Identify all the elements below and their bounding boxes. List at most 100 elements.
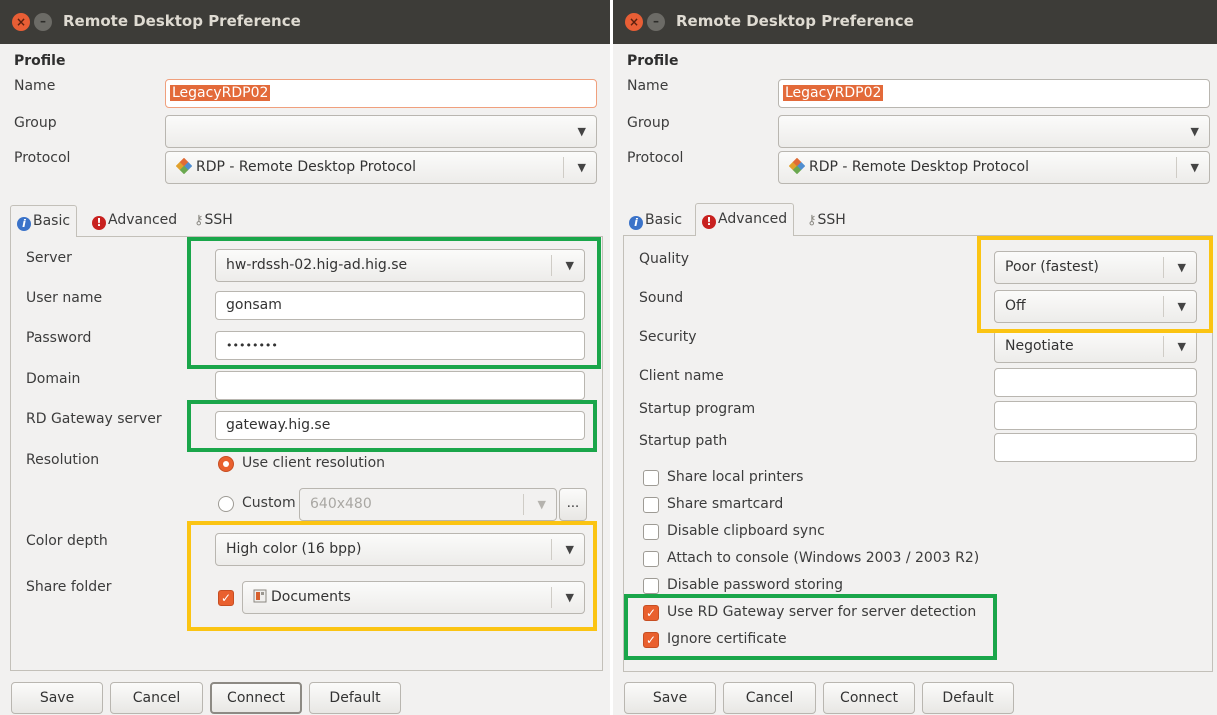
share-folder-combo[interactable]: Documents ▼ xyxy=(242,581,585,614)
close-icon[interactable]: × xyxy=(12,13,30,31)
default-button[interactable]: Default xyxy=(922,682,1014,714)
chevron-down-icon: ▼ xyxy=(537,498,546,511)
username-label: User name xyxy=(26,290,103,306)
color-depth-value: High color (16 bpp) xyxy=(226,541,362,557)
username-field[interactable]: gonsam xyxy=(215,291,585,320)
color-depth-label: Color depth xyxy=(26,533,108,549)
share-local-printers-label: Share local printers xyxy=(667,469,804,485)
name-label: Name xyxy=(14,78,56,94)
protocol-label: Protocol xyxy=(14,150,71,166)
startup-program-field[interactable] xyxy=(994,401,1197,430)
tab-ssh[interactable]: ⚷SSH xyxy=(188,205,239,237)
chevron-down-icon: ▼ xyxy=(565,591,574,604)
sound-combo[interactable]: Off ▼ xyxy=(994,290,1197,323)
ignore-certificate-label: Ignore certificate xyxy=(667,631,787,647)
quality-combo[interactable]: Poor (fastest) ▼ xyxy=(994,251,1197,284)
ignore-certificate-checkbox[interactable]: ✓ xyxy=(643,632,659,648)
disable-password-storing-label: Disable password storing xyxy=(667,577,844,593)
tab-basic[interactable]: i Basic xyxy=(623,205,688,237)
minimize-icon[interactable]: – xyxy=(34,13,52,31)
sound-label: Sound xyxy=(639,290,684,306)
password-label: Password xyxy=(26,330,92,346)
attach-to-console-label: Attach to console (Windows 2003 / 2003 R… xyxy=(667,550,980,566)
share-smartcard-checkbox[interactable] xyxy=(643,497,659,513)
tab-advanced[interactable]: ! Advanced xyxy=(86,205,183,237)
use-rd-gateway-label: Use RD Gateway server for server detecti… xyxy=(667,604,977,620)
gateway-field[interactable]: gateway.hig.se xyxy=(215,411,585,440)
connect-button[interactable]: Connect xyxy=(210,682,302,714)
profile-heading: Profile xyxy=(627,53,679,69)
tab-ssh[interactable]: ⚷SSH xyxy=(801,205,852,237)
quality-value: Poor (fastest) xyxy=(1005,259,1099,275)
protocol-combo[interactable]: RDP - Remote Desktop Protocol ▼ xyxy=(165,151,597,184)
title-bar: × – Remote Desktop Preference xyxy=(613,0,1217,44)
chevron-down-icon: ▼ xyxy=(565,259,574,272)
custom-resolution-label: Custom xyxy=(242,495,296,511)
gateway-label: RD Gateway server xyxy=(26,411,162,427)
security-value: Negotiate xyxy=(1005,338,1074,354)
client-name-field[interactable] xyxy=(994,368,1197,397)
preference-window-basic: × – Remote Desktop Preference Profile Na… xyxy=(0,0,610,715)
name-field[interactable]: LegacyRDP02 xyxy=(165,79,597,108)
disable-password-storing-checkbox[interactable] xyxy=(643,578,659,594)
close-icon[interactable]: × xyxy=(625,13,643,31)
cancel-button[interactable]: Cancel xyxy=(110,682,203,714)
server-combo[interactable]: hw-rdssh-02.hig-ad.hig.se ▼ xyxy=(215,249,585,282)
chevron-down-icon: ▼ xyxy=(577,125,586,138)
default-button[interactable]: Default xyxy=(309,682,401,714)
custom-resolution-value: 640x480 xyxy=(310,496,372,512)
title-bar: × – Remote Desktop Preference xyxy=(0,0,610,44)
key-icon: ⚷ xyxy=(194,213,204,228)
group-combo[interactable]: ▼ xyxy=(165,115,597,148)
chevron-down-icon: ▼ xyxy=(1177,340,1186,353)
error-icon: ! xyxy=(92,216,106,230)
domain-field[interactable] xyxy=(215,371,585,400)
cancel-button[interactable]: Cancel xyxy=(723,682,816,714)
share-local-printers-checkbox[interactable] xyxy=(643,470,659,486)
disable-clipboard-sync-checkbox[interactable] xyxy=(643,524,659,540)
share-folder-checkbox[interactable]: ✓ xyxy=(218,590,234,606)
use-rd-gateway-checkbox[interactable]: ✓ xyxy=(643,605,659,621)
security-label: Security xyxy=(639,329,697,345)
server-label: Server xyxy=(26,250,72,266)
preference-window-advanced: × – Remote Desktop Preference Profile Na… xyxy=(613,0,1217,715)
group-combo[interactable]: ▼ xyxy=(778,115,1210,148)
save-button[interactable]: Save xyxy=(11,682,103,714)
sound-value: Off xyxy=(1005,298,1026,314)
use-client-resolution-label: Use client resolution xyxy=(242,455,386,471)
name-label: Name xyxy=(627,78,669,94)
save-button[interactable]: Save xyxy=(624,682,716,714)
attach-to-console-checkbox[interactable] xyxy=(643,551,659,567)
folder-icon xyxy=(253,589,267,603)
password-field[interactable]: •••••••• xyxy=(215,331,585,360)
protocol-combo[interactable]: RDP - Remote Desktop Protocol ▼ xyxy=(778,151,1210,184)
startup-path-field[interactable] xyxy=(994,433,1197,462)
group-label: Group xyxy=(14,115,57,131)
connect-button[interactable]: Connect xyxy=(823,682,915,714)
color-depth-combo[interactable]: High color (16 bpp) ▼ xyxy=(215,533,585,566)
minimize-icon[interactable]: – xyxy=(647,13,665,31)
tab-basic[interactable]: i Basic xyxy=(10,205,78,237)
name-value: LegacyRDP02 xyxy=(783,85,884,101)
quality-label: Quality xyxy=(639,251,690,267)
custom-resolution-radio[interactable] xyxy=(218,496,234,512)
startup-path-label: Startup path xyxy=(639,433,728,449)
chevron-down-icon: ▼ xyxy=(1190,125,1199,138)
share-folder-label: Share folder xyxy=(26,579,112,595)
chevron-down-icon: ▼ xyxy=(565,543,574,556)
rdp-protocol-icon xyxy=(176,158,192,174)
security-combo[interactable]: Negotiate ▼ xyxy=(994,330,1197,363)
group-label: Group xyxy=(627,115,670,131)
chevron-down-icon: ▼ xyxy=(577,161,586,174)
chevron-down-icon: ▼ xyxy=(1177,300,1186,313)
use-client-resolution-radio[interactable] xyxy=(218,456,234,472)
key-icon: ⚷ xyxy=(807,213,817,228)
rdp-protocol-icon xyxy=(789,158,805,174)
client-name-label: Client name xyxy=(639,368,724,384)
custom-resolution-more-button[interactable]: ... xyxy=(559,488,587,521)
name-value: LegacyRDP02 xyxy=(170,85,271,101)
custom-resolution-combo[interactable]: 640x480 ▼ xyxy=(299,488,557,521)
tab-advanced[interactable]: ! Advanced xyxy=(695,203,795,236)
name-field[interactable]: LegacyRDP02 xyxy=(778,79,1210,108)
error-icon: ! xyxy=(702,215,716,229)
